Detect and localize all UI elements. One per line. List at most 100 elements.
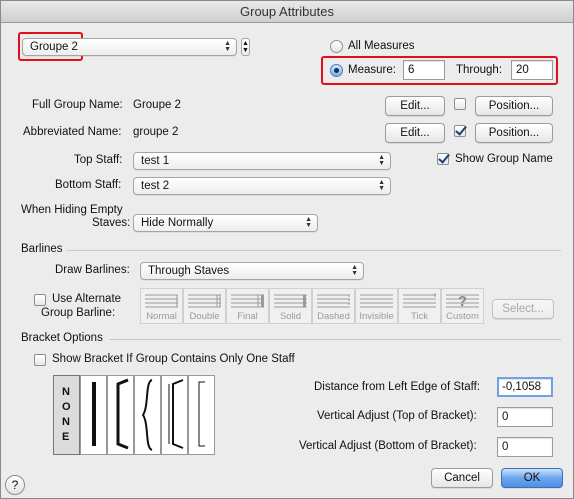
full-name-label: Full Group Name:: [32, 99, 123, 111]
none-letter: E: [62, 431, 70, 443]
full-name-edit-button[interactable]: Edit...: [385, 96, 445, 116]
custom-barline-icon: ?: [446, 293, 479, 310]
bottom-staff-value: test 2: [141, 180, 170, 192]
through-input[interactable]: 20: [511, 60, 553, 80]
cancel-button[interactable]: Cancel: [431, 468, 493, 488]
double-barline-icon: [188, 294, 221, 308]
hiding-select[interactable]: Hide Normally ▲ ▼: [133, 214, 318, 232]
distance-input[interactable]: -0,1058: [497, 377, 553, 397]
bracket-style-piano-brace[interactable]: [161, 375, 188, 455]
all-measures-radio[interactable]: [330, 40, 343, 53]
abbr-name-label: Abbreviated Name:: [23, 126, 122, 138]
bracket-style-thin-bracket[interactable]: [188, 375, 215, 455]
invisible-barline-icon: [360, 294, 393, 308]
vertical-top-input[interactable]: 0: [497, 407, 553, 427]
final-barline-icon: [231, 294, 264, 308]
updown-arrows-icon: ▲ ▼: [224, 40, 231, 53]
svg-text:?: ?: [458, 293, 467, 310]
group-attributes-dialog: Group Attributes Groupe 2 ▲ ▼ ▲ ▼ All Meas…: [0, 0, 574, 499]
barline-style-invisible[interactable]: Invisible: [355, 288, 398, 324]
abbr-name-edit-button[interactable]: Edit...: [385, 123, 445, 143]
none-letter: O: [62, 401, 71, 413]
barline-style-label: Solid: [279, 311, 302, 322]
updown-arrows-icon: ▲ ▼: [378, 154, 385, 167]
normal-barline-icon: [145, 294, 178, 308]
show-bracket-single-label: Show Bracket If Group Contains Only One …: [52, 353, 295, 365]
group-select[interactable]: Groupe 2 ▲ ▼: [22, 38, 237, 56]
barline-style-label: Normal: [146, 311, 177, 322]
measure-radio[interactable]: [330, 64, 343, 77]
alternate-barline-label-line1: Use Alternate: [52, 293, 122, 305]
vertical-bottom-label: Vertical Adjust (Bottom of Bracket):: [299, 440, 477, 452]
abbr-name-value: groupe 2: [133, 126, 179, 138]
vertical-bottom-input[interactable]: 0: [497, 437, 553, 457]
through-label: Through:: [456, 64, 503, 76]
top-staff-label: Top Staff:: [74, 154, 123, 166]
top-staff-select[interactable]: test 1 ▲ ▼: [133, 152, 391, 170]
bottom-staff-select[interactable]: test 2 ▲ ▼: [133, 177, 391, 195]
piano-brace-icon: [168, 379, 184, 449]
barlines-divider: [67, 250, 561, 251]
dashed-barline-icon: [317, 294, 350, 308]
top-staff-value: test 1: [141, 155, 170, 167]
vertical-top-label: Vertical Adjust (Top of Bracket):: [317, 410, 477, 422]
bracket-section-title: Bracket Options: [21, 332, 103, 344]
hiding-value: Hide Normally: [141, 217, 214, 229]
bracket-style-none[interactable]: N O N E: [53, 375, 80, 455]
bracket-style-thick-line[interactable]: [80, 375, 107, 455]
thick-line-bracket-icon: [92, 382, 96, 446]
bracket-divider: [109, 339, 561, 340]
barline-style-label: Double: [189, 311, 220, 322]
barline-style-label: Final: [237, 311, 258, 322]
barline-style-label: Dashed: [317, 311, 350, 322]
barline-style-double[interactable]: Double: [183, 288, 226, 324]
group-select-value: Groupe 2: [30, 41, 78, 53]
full-name-value: Groupe 2: [133, 99, 181, 111]
hiding-label-line2: Staves:: [92, 217, 131, 229]
thin-bracket-icon: [198, 381, 205, 447]
barline-style-dashed[interactable]: Dashed: [312, 288, 355, 324]
measure-label: Measure:: [348, 64, 396, 76]
bracket-icon: [116, 378, 129, 450]
hiding-label-line1: When Hiding Empty: [21, 204, 123, 216]
bracket-style-bracket[interactable]: [107, 375, 134, 455]
alternate-barline-label-line2: Group Barline:: [41, 307, 116, 319]
updown-arrows-icon: ▲ ▼: [378, 179, 385, 192]
show-group-name-label: Show Group Name: [455, 153, 553, 165]
barline-style-custom[interactable]: ? Custom: [441, 288, 484, 324]
full-name-checkbox[interactable]: [454, 98, 466, 110]
full-name-position-button[interactable]: Position...: [475, 96, 553, 116]
show-bracket-single-checkbox[interactable]: [34, 354, 46, 366]
barline-style-label: Custom: [446, 311, 479, 322]
draw-barlines-label: Draw Barlines:: [55, 264, 130, 276]
barline-style-label: Invisible: [359, 311, 394, 322]
alternate-barline-checkbox[interactable]: [34, 294, 46, 306]
none-letter: N: [62, 386, 70, 398]
updown-arrows-icon: ▲ ▼: [305, 216, 312, 229]
barline-style-solid[interactable]: Solid: [269, 288, 312, 324]
distance-label: Distance from Left Edge of Staff:: [314, 381, 480, 393]
help-icon[interactable]: ?: [5, 475, 25, 495]
draw-barlines-value: Through Staves: [148, 265, 230, 277]
barline-style-label: Tick: [410, 311, 429, 322]
measure-input[interactable]: 6: [403, 60, 445, 80]
barline-style-tick[interactable]: Tick: [398, 288, 441, 324]
curly-brace-icon: [141, 379, 153, 451]
none-letter: N: [62, 416, 70, 428]
group-stepper[interactable]: ▲ ▼: [241, 38, 250, 56]
barline-style-normal[interactable]: Normal: [140, 288, 183, 324]
show-group-name-checkbox[interactable]: [437, 153, 449, 165]
barline-style-final[interactable]: Final: [226, 288, 269, 324]
ok-button[interactable]: OK: [501, 468, 563, 488]
solid-barline-icon: [274, 294, 307, 308]
window-title: Group Attributes: [1, 1, 573, 23]
draw-barlines-select[interactable]: Through Staves ▲ ▼: [140, 262, 364, 280]
all-measures-label: All Measures: [348, 40, 415, 52]
updown-arrows-icon: ▲ ▼: [351, 264, 358, 277]
bracket-style-curly-brace[interactable]: [134, 375, 161, 455]
abbr-name-checkbox[interactable]: [454, 125, 466, 137]
barlines-section-title: Barlines: [21, 243, 63, 255]
select-barline-button[interactable]: Select...: [492, 299, 554, 319]
bottom-staff-label: Bottom Staff:: [55, 179, 122, 191]
abbr-name-position-button[interactable]: Position...: [475, 123, 553, 143]
